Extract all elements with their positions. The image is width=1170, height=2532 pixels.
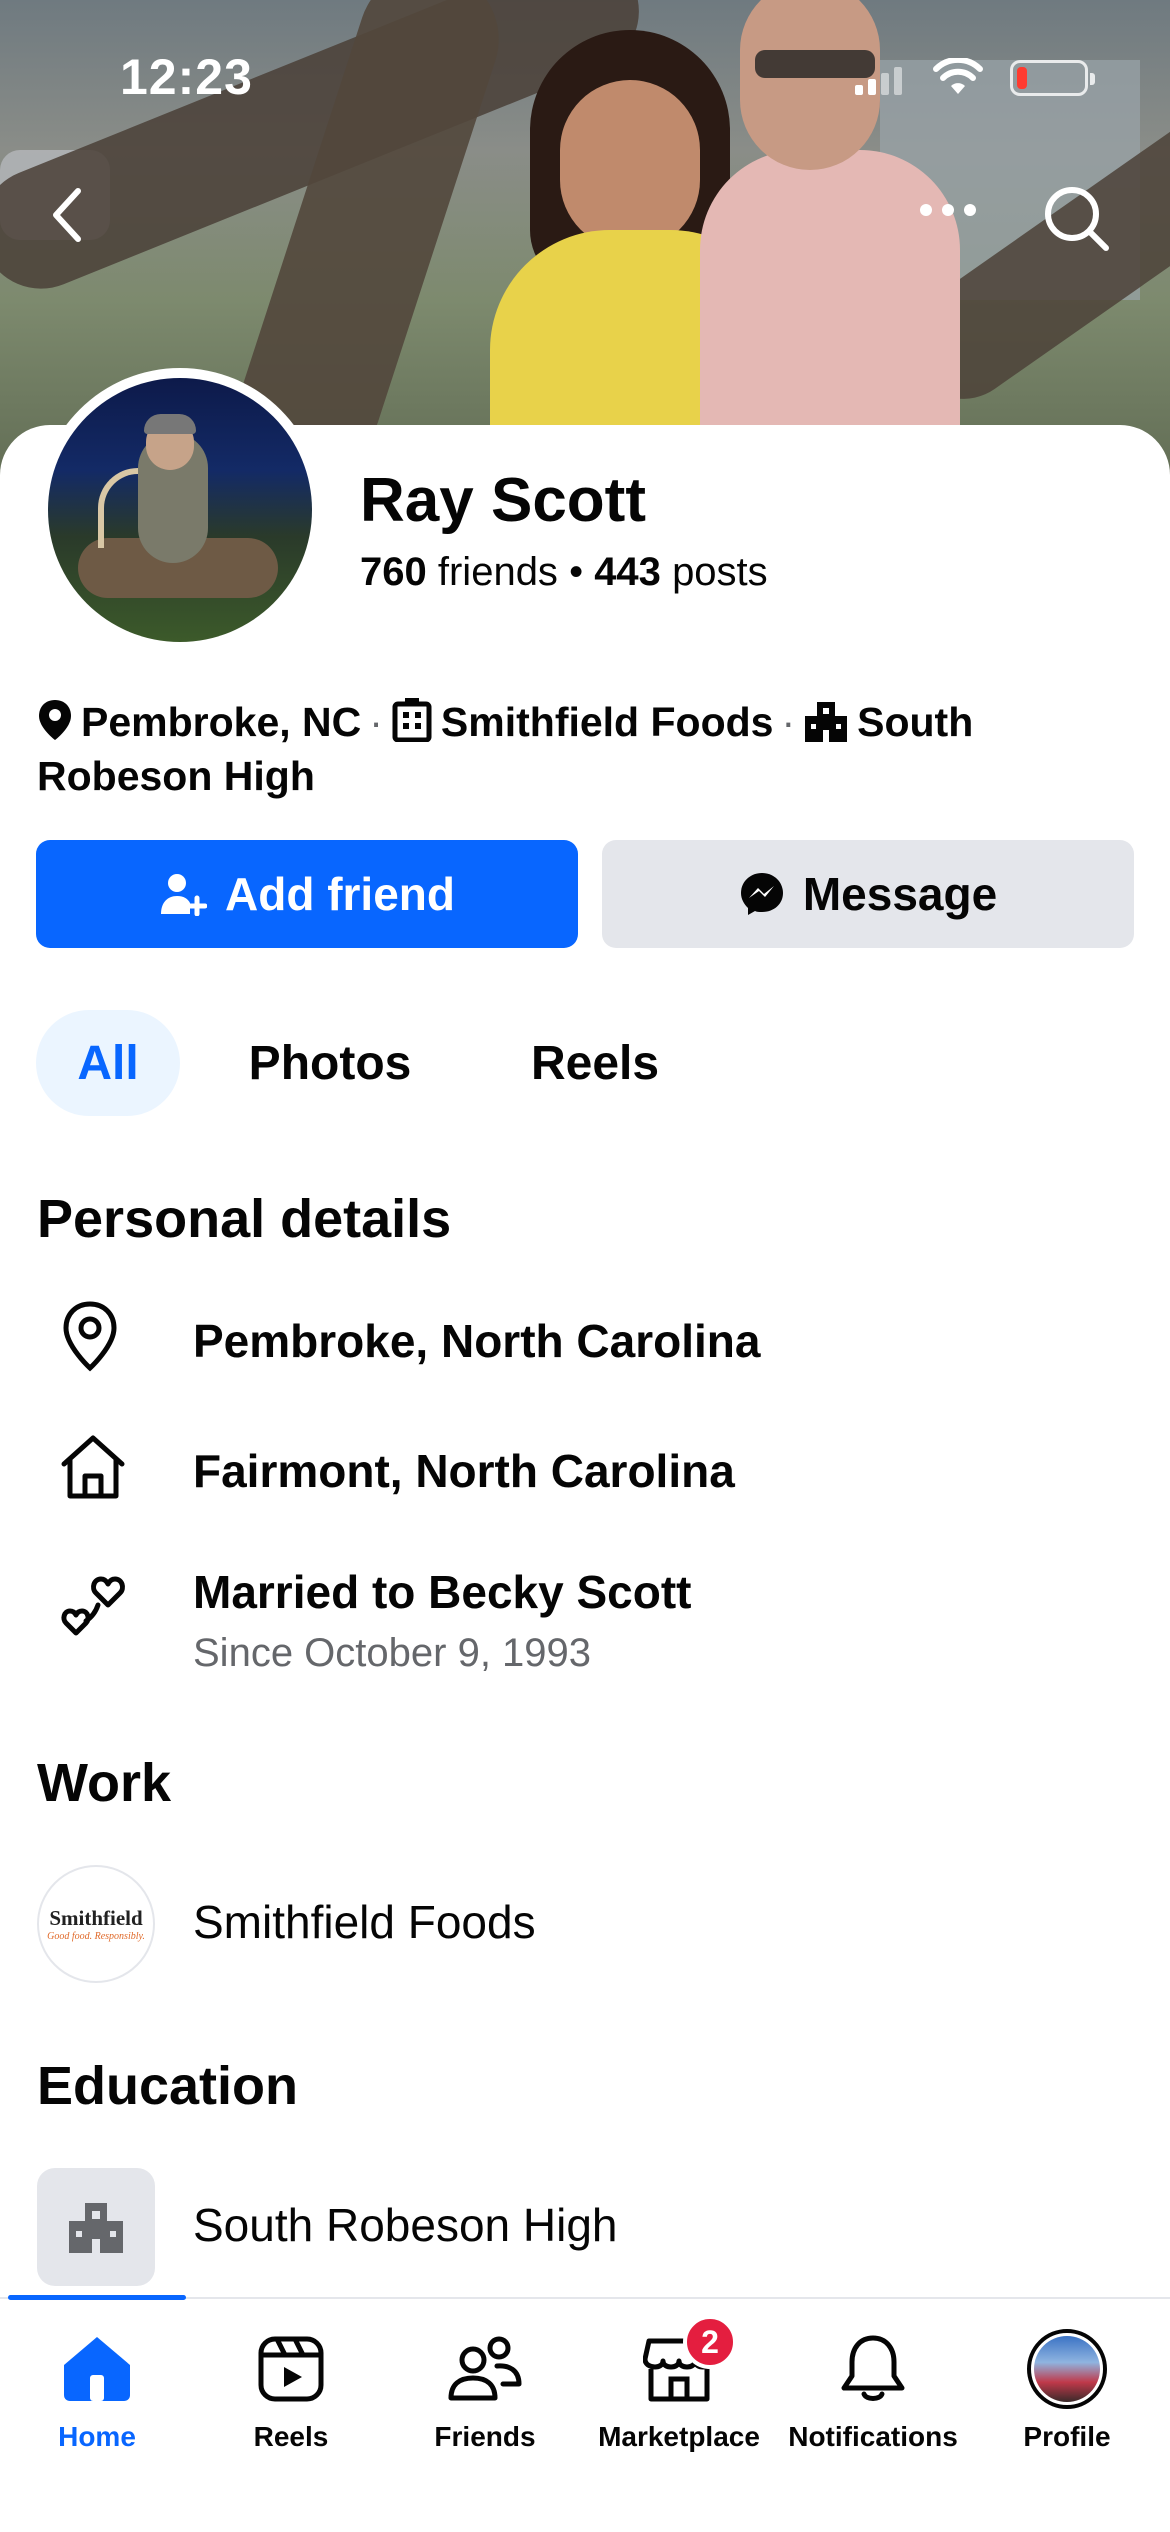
location-pin-outline-icon bbox=[63, 1301, 117, 1372]
school-text[interactable]: South Robeson High bbox=[193, 2198, 618, 2252]
cellular-signal-icon bbox=[855, 65, 902, 95]
home-icon bbox=[64, 2337, 130, 2401]
profile-avatar[interactable] bbox=[38, 368, 322, 652]
nav-notifications-label: Notifications bbox=[788, 2421, 958, 2452]
nav-reels-label: Reels bbox=[253, 2421, 329, 2452]
relationship-since-text: Since October 9, 1993 bbox=[193, 1631, 592, 1675]
school-icon bbox=[805, 702, 848, 742]
tab-photos[interactable]: Photos bbox=[210, 1010, 450, 1116]
avatar bbox=[1027, 2329, 1107, 2409]
nav-marketplace[interactable]: 2 Marketplace bbox=[582, 2315, 776, 2453]
smithfield-logo[interactable]: Smithfield Good food. Responsibly. bbox=[37, 1865, 155, 1983]
status-bar: 12:23 bbox=[0, 40, 1170, 120]
message-label: Message bbox=[802, 868, 998, 920]
nav-friends[interactable]: Friends bbox=[388, 2329, 582, 2453]
current-city-text: Pembroke, North Carolina bbox=[193, 1315, 761, 1367]
messenger-icon bbox=[740, 873, 783, 915]
school-placeholder-logo[interactable] bbox=[37, 2168, 155, 2286]
more-options-button[interactable] bbox=[918, 200, 978, 225]
intro-work: Smithfield Foods bbox=[440, 699, 774, 745]
profile-stats: 760 friends • 443 posts bbox=[360, 550, 768, 594]
wifi-icon bbox=[933, 58, 983, 94]
work-building-icon bbox=[392, 698, 432, 742]
friends-label[interactable]: friends bbox=[438, 550, 558, 594]
posts-count: 443 bbox=[594, 550, 661, 594]
hearts-icon bbox=[61, 1576, 125, 1636]
relationship-text: Married to Becky Scott bbox=[193, 1566, 692, 1618]
bottom-navigation: Home Reels Friends 2 Marketplace Notific… bbox=[0, 2295, 1170, 2532]
nav-profile[interactable]: Profile bbox=[970, 2329, 1164, 2453]
nav-home-label: Home bbox=[58, 2421, 136, 2452]
friends-count[interactable]: 760 bbox=[360, 550, 427, 594]
location-pin-icon bbox=[39, 700, 71, 740]
chevron-left-icon bbox=[53, 188, 81, 242]
nav-home[interactable]: Home bbox=[0, 2329, 194, 2453]
marketplace-badge: 2 bbox=[683, 2315, 737, 2369]
more-dots-icon bbox=[920, 204, 976, 216]
search-icon bbox=[1045, 187, 1109, 251]
profile-name: Ray Scott bbox=[360, 466, 646, 535]
hometown-text: Fairmont, North Carolina bbox=[193, 1445, 735, 1497]
message-button[interactable]: Message bbox=[602, 840, 1134, 948]
battery-icon bbox=[1010, 60, 1095, 96]
reels-icon bbox=[258, 2336, 324, 2402]
employer-text[interactable]: Smithfield Foods bbox=[193, 1895, 536, 1949]
personal-details-heading: Personal details bbox=[37, 1189, 452, 1249]
smithfield-logo-tagline: Good food. Responsibly. bbox=[47, 1931, 145, 1942]
nav-marketplace-label: Marketplace bbox=[598, 2421, 760, 2452]
add-friend-button[interactable]: Add friend bbox=[36, 840, 578, 948]
nav-notifications[interactable]: Notifications bbox=[776, 2329, 970, 2453]
education-heading: Education bbox=[37, 2056, 299, 2116]
add-person-icon bbox=[161, 874, 207, 916]
nav-friends-label: Friends bbox=[434, 2421, 536, 2452]
smithfield-logo-text: Smithfield bbox=[49, 1906, 143, 1930]
intro-location: Pembroke, NC bbox=[81, 699, 362, 745]
add-friend-label: Add friend bbox=[225, 868, 455, 920]
tab-all[interactable]: All bbox=[36, 1010, 180, 1116]
bell-icon bbox=[841, 2335, 905, 2401]
status-time: 12:23 bbox=[120, 49, 253, 105]
school-icon bbox=[69, 2203, 123, 2253]
back-button[interactable] bbox=[48, 185, 88, 250]
home-outline-icon bbox=[61, 1435, 125, 1499]
nav-profile-label: Profile bbox=[1023, 2421, 1111, 2452]
nav-reels[interactable]: Reels bbox=[194, 2329, 388, 2453]
friends-icon bbox=[448, 2336, 522, 2401]
work-heading: Work bbox=[37, 1753, 172, 1813]
tab-reels[interactable]: Reels bbox=[490, 1010, 700, 1116]
profile-intro: Pembroke, NC · Smithfield Foods · South Ro… bbox=[37, 695, 1137, 803]
posts-label: posts bbox=[672, 550, 768, 594]
active-tab-indicator bbox=[8, 2295, 186, 2300]
search-button[interactable] bbox=[1040, 182, 1112, 259]
